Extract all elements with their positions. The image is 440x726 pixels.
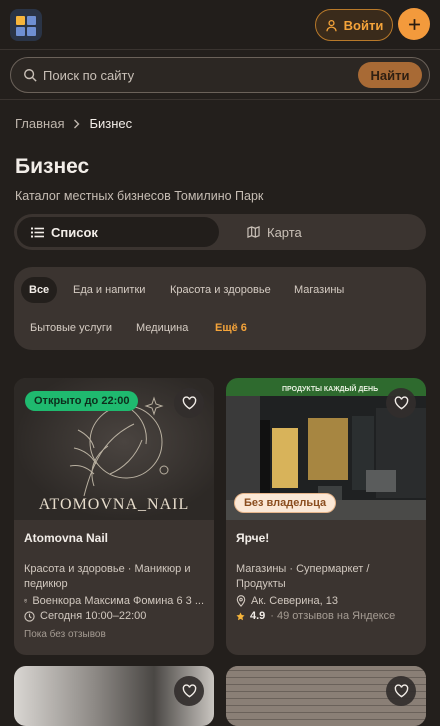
image-text: ПРОДУКТЫ КАЖДЫЙ ДЕНЬ [282,384,378,393]
business-photo [14,666,214,726]
star-icon [236,611,245,620]
no-owner-badge: Без владельца [234,493,337,513]
view-map-label: Карта [267,224,302,240]
view-list-label: Список [51,224,98,240]
image-text: ATOMOVNA_NAIL [39,496,189,513]
chevron-right-icon [74,119,80,128]
logo-tile [16,27,25,36]
clock-icon [24,610,35,622]
location-pin-icon [236,595,246,607]
login-button[interactable]: Войти [315,9,393,41]
category-chip-beauty[interactable]: Красота и здоровье [162,277,279,303]
logo-tile [27,16,36,25]
business-card[interactable]: ПРОДУКТЫ КАЖДЫЙ ДЕНЬ Без владельца Ярче!… [226,378,426,655]
logo-tile [16,16,25,25]
page-title: Бизнес [15,155,90,178]
search-button[interactable]: Найти [358,62,422,88]
location-pin-icon [24,598,28,604]
search-bar: Найти [0,50,440,100]
business-address: Ак. Северина, 13 [236,595,416,607]
top-bar: Войти [0,0,440,50]
business-hours-text: Сегодня 10:00–22:00 [40,610,147,622]
business-name: Ярче! [236,531,270,545]
category-chip-all[interactable]: Все [21,277,58,303]
page-subtitle: Каталог местных бизнесов Томилино Парк [15,189,264,203]
business-photo: ПРОДУКТЫ КАЖДЫЙ ДЕНЬ Без владельца [226,378,426,520]
view-list-button[interactable]: Список [17,217,219,247]
favorite-button[interactable] [386,388,416,418]
business-address: Военкора Максима Фомина 6 3 ... [24,595,204,607]
business-category: Магазины · Супермаркет / Продукты [236,563,370,590]
business-hours: Сегодня 10:00–22:00 [24,610,204,622]
heart-icon [182,684,196,698]
rating-count: · 49 отзывов на Яндексе [270,610,396,622]
category-more-button[interactable]: Ещё 6 [207,315,255,341]
login-label: Войти [343,17,384,33]
business-category: Красота и здоровье · Маникюр и педикюр [24,563,191,590]
category-chip-food[interactable]: Еда и напитки [65,277,153,303]
search-box: Найти [10,57,430,93]
business-rating: 4.9 · 49 отзывов на Яндексе [236,610,416,622]
user-icon [326,19,337,31]
category-filter: Все Еда и напитки Красота и здоровье Маг… [14,267,426,350]
business-address-text: Ак. Северина, 13 [251,595,338,607]
heart-icon [394,396,408,410]
category-chip-medicine[interactable]: Медицина [128,315,196,341]
business-card[interactable] [226,666,426,726]
category-chip-shops[interactable]: Магазины [286,277,352,303]
plus-icon [408,18,420,30]
add-button[interactable] [398,8,430,40]
app-logo[interactable] [10,9,42,41]
business-address-text: Военкора Максима Фомина 6 3 ... [32,595,204,607]
breadcrumb-home-link[interactable]: Главная [15,116,64,131]
list-icon [31,227,44,237]
business-card[interactable]: ATOMOVNA_NAIL Открыто до 22:00 Atomovna … [14,378,214,655]
favorite-button[interactable] [386,676,416,706]
business-photo [226,666,426,726]
rating-value: 4.9 [250,610,266,622]
favorite-button[interactable] [174,676,204,706]
heart-icon [182,396,196,410]
heart-icon [394,684,408,698]
business-photo: ATOMOVNA_NAIL Открыто до 22:00 [14,378,214,520]
breadcrumb-current: Бизнес [89,116,133,131]
logo-tile [27,27,36,36]
category-chip-household[interactable]: Бытовые услуги [22,315,120,341]
view-toggle: Список Карта [14,214,426,250]
business-card[interactable] [14,666,214,726]
map-icon [247,226,260,238]
reviews-status: Пока без отзывов [24,629,106,640]
favorite-button[interactable] [174,388,204,418]
view-map-button[interactable]: Карта [232,217,422,247]
open-status-badge: Открыто до 22:00 [25,391,139,411]
breadcrumb: Главная Бизнес [15,116,132,131]
search-icon [24,69,37,82]
business-name: Atomovna Nail [24,531,109,545]
search-input[interactable] [37,67,358,83]
